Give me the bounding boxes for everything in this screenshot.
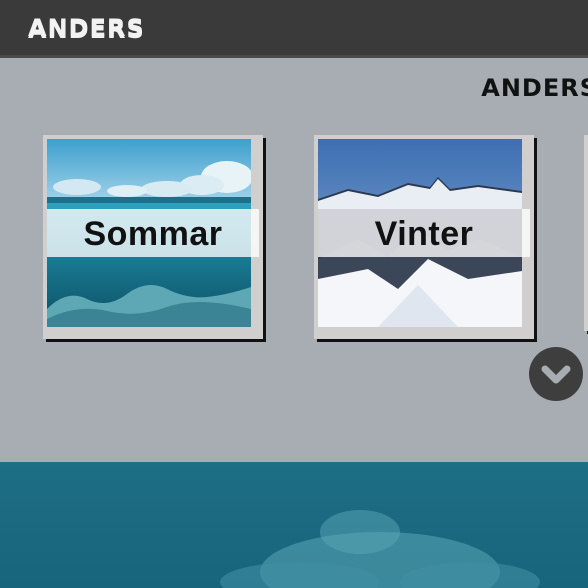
card-label: Sommar	[83, 215, 223, 253]
scroll-down-button[interactable]	[529, 347, 583, 401]
top-bar: ANDERS	[0, 0, 588, 58]
season-card-sommar[interactable]: Sommar	[43, 135, 263, 339]
section-logo: ANDERS	[481, 74, 588, 102]
ocean-hero-image	[0, 462, 588, 588]
season-card-next-peek[interactable]	[584, 135, 588, 331]
chevron-down-icon	[541, 365, 571, 384]
site-logo[interactable]: ANDERS	[28, 14, 145, 42]
card-label: Vinter	[374, 215, 474, 253]
season-card-vinter[interactable]: Vinter	[314, 135, 534, 339]
